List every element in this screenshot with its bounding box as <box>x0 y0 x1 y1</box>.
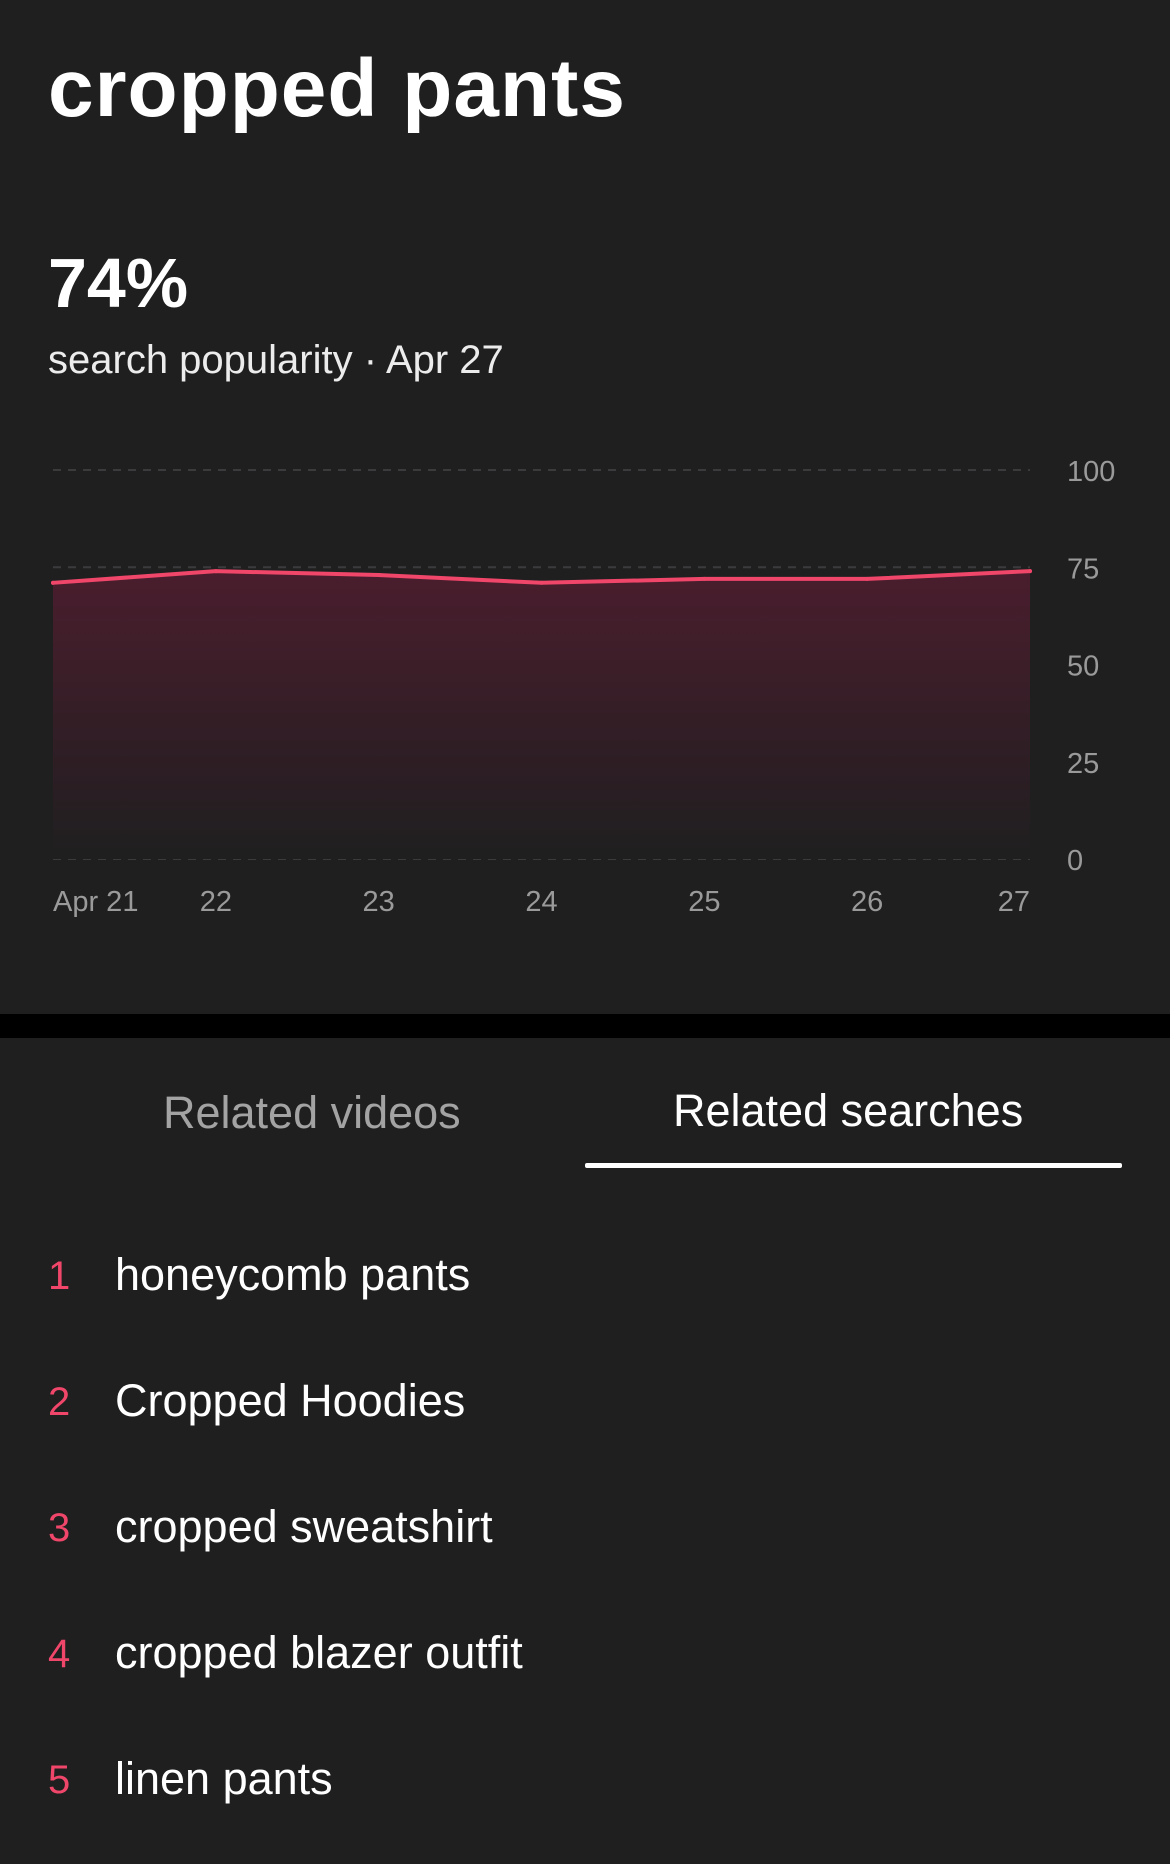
series-area-fill <box>53 571 1030 859</box>
list-item[interactable]: 2 Cropped Hoodies <box>0 1344 1170 1470</box>
rank-number: 3 <box>48 1506 71 1550</box>
y-tick-label: 25 <box>1067 748 1099 780</box>
popularity-label: search popularity · Apr 27 <box>48 338 504 382</box>
popularity-trend-chart: 100 75 50 25 0 Apr 21 22 23 24 25 26 27 <box>51 456 1115 918</box>
data-point <box>865 576 870 581</box>
rank-number: 1 <box>48 1254 71 1298</box>
tab-related-videos[interactable]: Related videos <box>163 1090 461 1135</box>
x-tick-label: 25 <box>688 886 720 918</box>
y-tick-label: 0 <box>1067 845 1083 877</box>
search-term: cropped sweatshirt <box>115 1501 493 1552</box>
x-axis-tick-labels: Apr 21 22 23 24 25 26 27 <box>53 886 1030 918</box>
data-point <box>213 569 218 574</box>
search-term: honeycomb pants <box>115 1249 471 1300</box>
data-point <box>702 576 707 581</box>
y-tick-label: 50 <box>1067 651 1099 683</box>
list-item[interactable]: 3 cropped sweatshirt <box>0 1470 1170 1596</box>
data-point <box>376 573 381 578</box>
related-tabs: Related videos Related searches <box>0 1038 1170 1178</box>
page-title: cropped pants <box>48 43 626 134</box>
search-term: Cropped Hoodies <box>115 1375 466 1426</box>
related-section: Related videos Related searches 1 honeyc… <box>0 1038 1170 1864</box>
selected-tab-indicator <box>585 1163 1122 1168</box>
trend-header-section: cropped pants 74% search popularity · Ap… <box>0 0 1170 1014</box>
section-divider <box>0 1014 1170 1038</box>
x-tick-label: 22 <box>200 886 232 918</box>
data-point <box>51 580 55 585</box>
x-tick-label: 27 <box>998 886 1030 918</box>
y-axis-tick-labels: 100 75 50 25 0 <box>1067 456 1115 877</box>
data-point <box>1028 569 1032 574</box>
x-tick-label: 26 <box>851 886 883 918</box>
list-item[interactable]: 4 cropped blazer outfit <box>0 1596 1170 1722</box>
rank-number: 5 <box>48 1758 71 1802</box>
data-point <box>539 580 544 585</box>
x-tick-label: 24 <box>525 886 557 918</box>
related-searches-list: 1 honeycomb pants 2 Cropped Hoodies 3 cr… <box>0 1218 1170 1848</box>
x-tick-label: 23 <box>363 886 395 918</box>
rank-number: 2 <box>48 1380 71 1424</box>
x-tick-label: Apr 21 <box>53 886 138 918</box>
tab-related-searches[interactable]: Related searches <box>673 1088 1023 1133</box>
search-term: cropped blazer outfit <box>115 1627 523 1678</box>
list-item[interactable]: 1 honeycomb pants <box>0 1218 1170 1344</box>
list-item[interactable]: 5 linen pants <box>0 1722 1170 1848</box>
y-tick-label: 100 <box>1067 456 1115 488</box>
search-term: linen pants <box>115 1753 333 1804</box>
y-tick-label: 75 <box>1067 553 1099 585</box>
popularity-value: 74% <box>48 244 189 322</box>
rank-number: 4 <box>48 1632 71 1676</box>
